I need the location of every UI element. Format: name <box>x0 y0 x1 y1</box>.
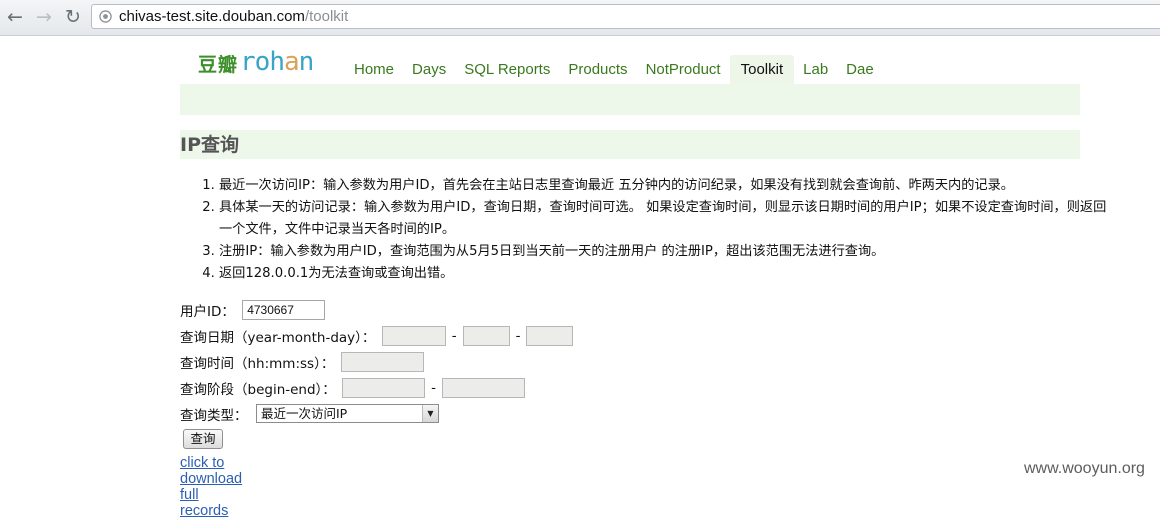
main-nav: Home Days SQL Reports Products NotProduc… <box>345 55 883 84</box>
chevron-down-icon[interactable]: ▼ <box>422 405 438 422</box>
nav-days[interactable]: Days <box>403 55 455 84</box>
time-input[interactable] <box>340 352 424 372</box>
list-item: 最近一次访问IP：输入参数为用户ID，首先会在主站日志里查询最近 五分钟内的访问… <box>219 175 1109 197</box>
date-row: 查询日期（year-month-day）： - - <box>180 326 574 350</box>
nav-toolkit[interactable]: Toolkit <box>729 55 795 84</box>
date-separator: - <box>451 328 457 344</box>
type-row: 查询类型： <box>180 404 248 428</box>
range-label: 查询阶段（begin-end）： <box>180 382 336 398</box>
sub-nav-bar <box>180 84 1080 115</box>
instructions-list: 最近一次访问IP：输入参数为用户ID，首先会在主站日志里查询最近 五分钟内的访问… <box>200 175 1109 285</box>
url-host: chivas-test.site.douban.com <box>119 8 305 25</box>
date-year-input[interactable] <box>381 326 446 346</box>
forward-button[interactable]: → <box>33 6 55 28</box>
user-id-label: 用户ID： <box>180 304 235 320</box>
user-id-input[interactable]: 4730667 <box>242 300 326 320</box>
nav-products[interactable]: Products <box>559 55 636 84</box>
query-type-select[interactable]: 最近一次访问IP ▼ <box>256 404 439 423</box>
logo-letter: r <box>240 47 256 77</box>
list-item: 返回128.0.0.1为无法查询或查询出错。 <box>219 263 1109 285</box>
page-title: IP查询 <box>180 130 1080 159</box>
type-label: 查询类型： <box>180 408 248 424</box>
logo-latin: rohan <box>240 47 315 77</box>
list-item: 具体某一天的访问记录：输入参数为用户ID，查询日期，查询时间可选。 如果设定查询… <box>219 197 1109 241</box>
download-link[interactable]: click to download full records <box>180 455 242 519</box>
back-button[interactable]: ← <box>4 6 26 28</box>
range-begin-input[interactable] <box>342 378 426 398</box>
url-text: chivas-test.site.douban.com/toolkit <box>119 7 348 26</box>
watermark: www.wooyun.org <box>1024 460 1145 477</box>
range-separator: - <box>431 380 436 396</box>
time-row: 查询时间（hh:mm:ss）： <box>180 352 424 376</box>
logo-letter: o <box>254 47 271 77</box>
nav-sql-reports[interactable]: SQL Reports <box>455 55 559 84</box>
query-type-value: 最近一次访问IP <box>261 406 348 421</box>
date-day-input[interactable] <box>526 326 574 346</box>
url-path: /toolkit <box>304 8 349 25</box>
date-month-input[interactable] <box>462 326 510 346</box>
query-button[interactable]: 查询 <box>183 429 223 449</box>
user-id-row: 用户ID： 4730667 <box>180 300 326 324</box>
range-end-input[interactable] <box>441 378 525 398</box>
date-label: 查询日期（year-month-day）： <box>180 330 376 346</box>
logo-letter: a <box>283 47 300 77</box>
page-icon <box>99 10 112 23</box>
date-separator: - <box>515 328 521 344</box>
time-label: 查询时间（hh:mm:ss）： <box>180 356 335 372</box>
address-bar[interactable]: chivas-test.site.douban.com/toolkit <box>91 4 1160 29</box>
browser-toolbar: ← → ↻ chivas-test.site.douban.com/toolki… <box>0 0 1160 36</box>
reload-button[interactable]: ↻ <box>62 6 84 28</box>
nav-home[interactable]: Home <box>345 55 403 84</box>
nav-dae[interactable]: Dae <box>837 55 883 84</box>
list-item: 注册IP：输入参数为用户ID，查询范围为从5月5日到当天前一天的注册用户 的注册… <box>219 241 1109 263</box>
logo-cn: 豆瓣 <box>198 54 239 76</box>
logo-letter: n <box>298 47 315 77</box>
nav-lab[interactable]: Lab <box>794 55 837 84</box>
logo-letter: h <box>269 47 285 77</box>
nav-notproduct[interactable]: NotProduct <box>637 55 730 84</box>
range-row: 查询阶段（begin-end）： - <box>180 378 525 402</box>
